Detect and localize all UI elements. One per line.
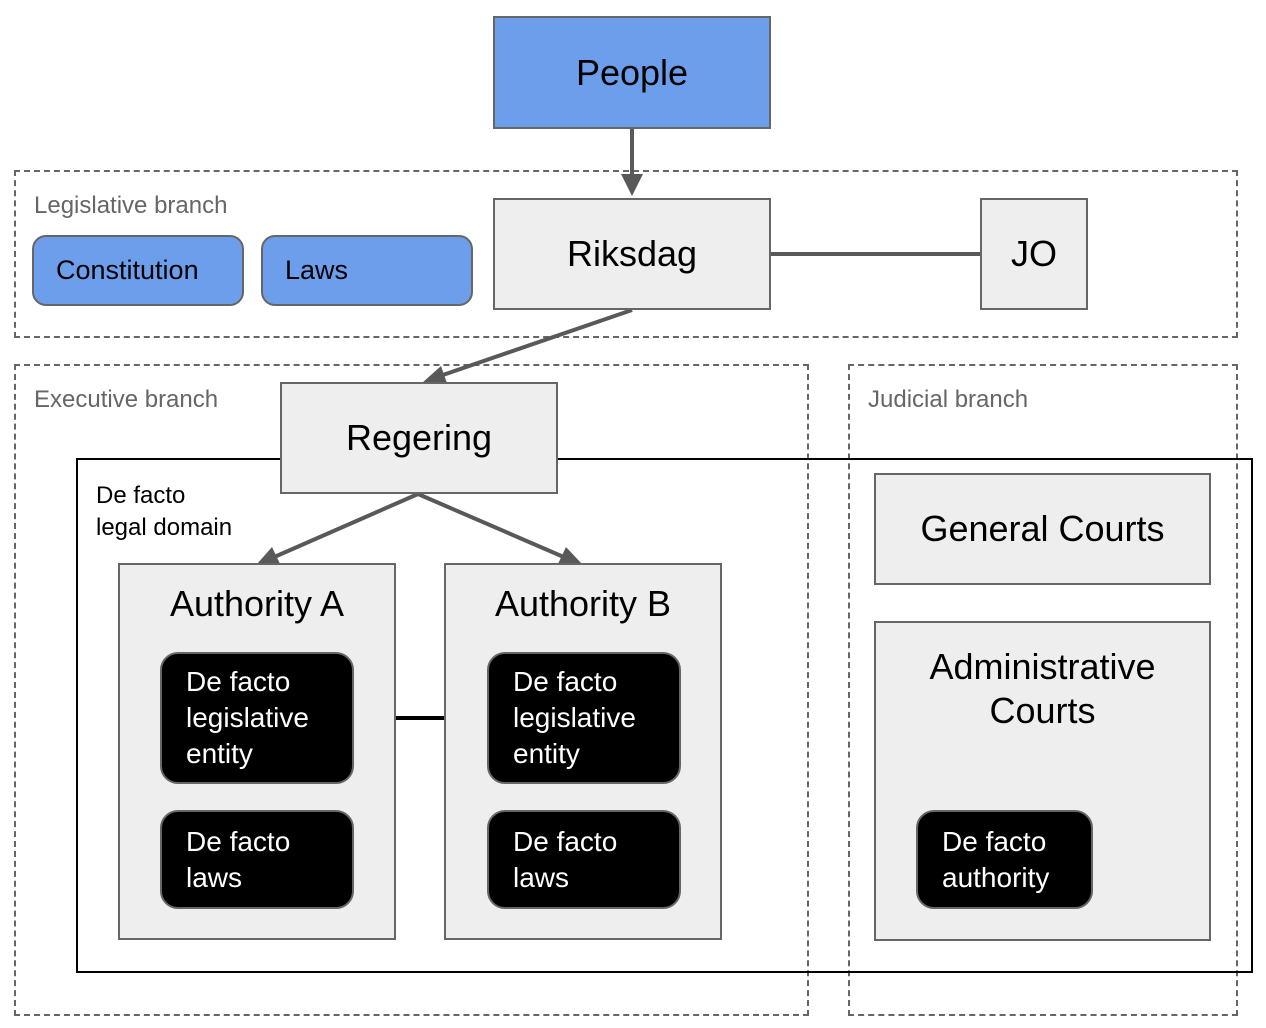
- edge-regering-authority-a: [257, 492, 419, 566]
- authority-b-label: Authority B: [494, 583, 672, 624]
- people-node: People: [493, 16, 771, 129]
- laws-node: Laws: [261, 235, 473, 306]
- authority-a-laws: De facto laws: [160, 810, 354, 909]
- regering-node: Regering: [280, 382, 558, 494]
- authority-b-legislative-entity: De facto legislative entity: [487, 652, 681, 784]
- riksdag-node: Riksdag: [493, 198, 771, 310]
- edge-regering-authority-b: [417, 492, 582, 566]
- general-courts-node: General Courts: [874, 473, 1211, 585]
- authority-b-laws: De facto laws: [487, 810, 681, 909]
- administrative-courts-label: Administrative Courts: [929, 646, 1156, 731]
- de-facto-authority-node: De facto authority: [916, 810, 1093, 909]
- jo-node: JO: [980, 198, 1088, 310]
- edge-people-riksdag: [621, 128, 643, 196]
- constitution-node: Constitution: [32, 235, 244, 306]
- edge-riksdag-regering: [422, 308, 633, 386]
- authority-a-label: Authority A: [169, 583, 345, 624]
- authority-a-legislative-entity: De facto legislative entity: [160, 652, 354, 784]
